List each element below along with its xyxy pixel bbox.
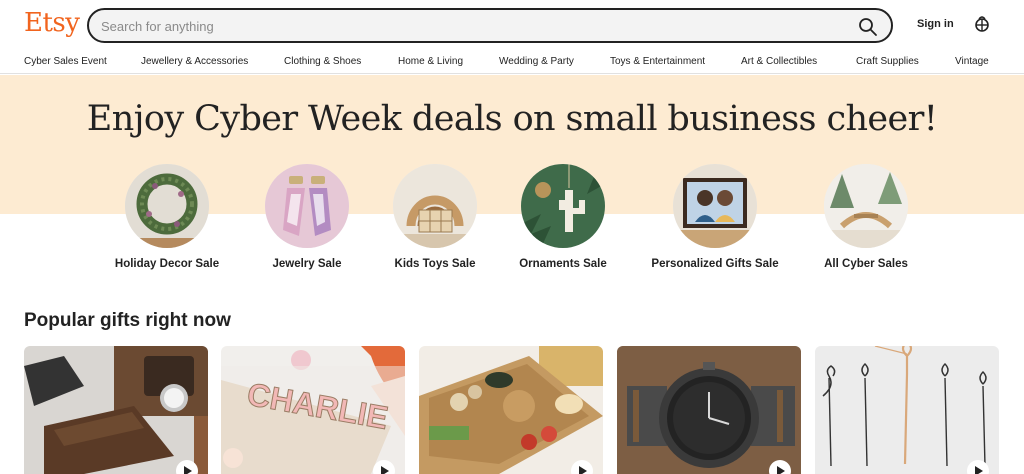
category-label: All Cyber Sales xyxy=(824,258,908,270)
search-bar[interactable] xyxy=(87,8,893,43)
banner-title: Enjoy Cyber Week deals on small business… xyxy=(86,99,938,139)
category-image xyxy=(265,164,349,248)
sign-in-link[interactable]: Sign in xyxy=(917,18,954,30)
wooden-watch-product[interactable] xyxy=(617,346,801,474)
category-image xyxy=(824,164,908,248)
nav-item-jewellery-accessories[interactable]: Jewellery & Accessories xyxy=(141,56,248,67)
etsy-logo[interactable]: Etsy xyxy=(24,8,80,38)
nav-item-home-living[interactable]: Home & Living xyxy=(398,56,463,67)
search-input[interactable] xyxy=(101,16,821,36)
category-label: Holiday Decor Sale xyxy=(114,258,220,270)
charcuterie-board-product[interactable] xyxy=(419,346,603,474)
nav-item-wedding-party[interactable]: Wedding & Party xyxy=(499,56,574,67)
category-label: Ornaments Sale xyxy=(519,258,607,270)
category-all-cyber-sales[interactable]: All Cyber Sales xyxy=(786,164,946,270)
birth-flower-necklace-product[interactable] xyxy=(815,346,999,474)
shopping-basket-icon[interactable] xyxy=(973,15,991,33)
category-image xyxy=(521,164,605,248)
category-label: Personalized Gifts Sale xyxy=(651,258,779,270)
category-image xyxy=(393,164,477,248)
category-holiday-decor-sale[interactable]: Holiday Decor Sale xyxy=(87,164,247,270)
category-image xyxy=(125,164,209,248)
category-image xyxy=(673,164,757,248)
leather-wallet-product[interactable] xyxy=(24,346,208,474)
nav-item-clothing-shoes[interactable]: Clothing & Shoes xyxy=(284,56,361,67)
site-header: Etsy Sign in xyxy=(0,0,1024,50)
nav-item-toys-entertainment[interactable]: Toys & Entertainment xyxy=(610,56,705,67)
category-ornaments-sale[interactable]: Ornaments Sale xyxy=(483,164,643,270)
category-personalized-gifts-sale[interactable]: Personalized Gifts Sale xyxy=(635,164,795,270)
nav-item-craft-supplies[interactable]: Craft Supplies xyxy=(856,56,919,67)
nav-item-vintage[interactable]: Vintage xyxy=(955,56,989,67)
nav-item-cyber-sales-event[interactable]: Cyber Sales Event xyxy=(24,56,107,67)
search-icon[interactable] xyxy=(857,16,879,38)
popular-gifts-heading: Popular gifts right now xyxy=(24,310,231,331)
name-puzzle-product[interactable]: CHARLIE xyxy=(221,346,405,474)
nav-item-art-collectibles[interactable]: Art & Collectibles xyxy=(741,56,817,67)
category-nav: Cyber Sales Event Jewellery & Accessorie… xyxy=(0,50,1024,74)
